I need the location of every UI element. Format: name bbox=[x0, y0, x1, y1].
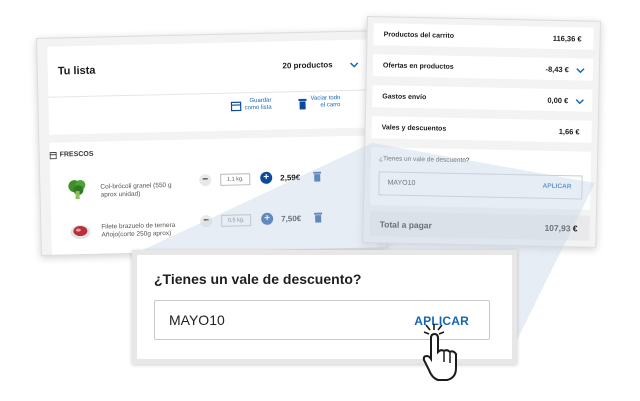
voucher-code-value-zoomed: MAYO10 bbox=[169, 312, 225, 328]
hand-cursor-icon bbox=[422, 324, 457, 381]
voucher-question-zoomed: ¿Tienes un vale de descuento? bbox=[154, 271, 362, 287]
promo-scene: Tu lista 20 productos Guardar como lista… bbox=[0, 0, 640, 401]
